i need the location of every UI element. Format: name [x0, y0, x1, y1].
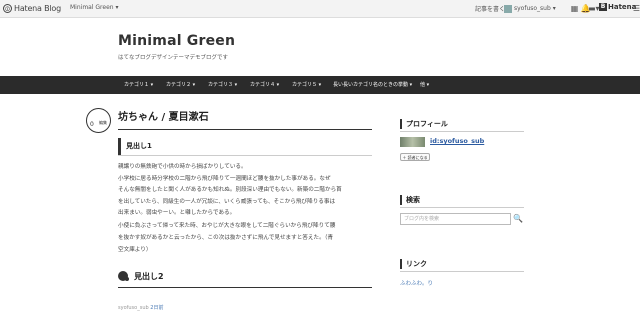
nav-item-category-3[interactable]: カテゴリ３ ▾: [208, 76, 237, 94]
category-nav: カテゴリ１ ▾ カテゴリ２ ▾ カテゴリ３ ▾ カテゴリ４ ▾ カテゴリ５ ▾ …: [0, 76, 640, 94]
hatena-logo-icon: ⏼: [3, 4, 12, 13]
hatena-blog-logo[interactable]: ⏼ Hatena Blog: [3, 3, 61, 14]
user-menu[interactable]: syofuso_sub ▾: [504, 3, 556, 14]
hatena-blog-logo-text: Hatena Blog: [14, 4, 61, 13]
links-divider: [400, 271, 524, 272]
paragraph-line: 出来まい。弱虫やーい。と囃したからである。: [118, 210, 236, 216]
nav-item-category-2[interactable]: カテゴリ２ ▾: [166, 76, 195, 94]
blog-title[interactable]: Minimal Green: [118, 33, 235, 49]
entry-title[interactable]: 坊ちゃん / 夏目漱石: [118, 108, 209, 123]
top-bar: ⏼ Hatena Blog Minimal Green ▾ 記事を書く syof…: [0, 0, 640, 18]
edit-link[interactable]: 編集: [99, 120, 107, 126]
write-article-link[interactable]: 記事を書く: [475, 4, 505, 13]
search-divider: [400, 207, 524, 208]
entry-footer: syofuso_sub 2日前: [118, 304, 163, 311]
nav-item-long-category[interactable]: 長い長いカテゴリ名のときの挙動 ▾: [333, 76, 412, 94]
hatena-b-icon: B: [599, 3, 607, 11]
profile-divider: [400, 131, 524, 132]
paragraph-line: そんな無闇をしたと聞く人があるかも知れぬ。別段深い理由でもない。新築の二階から首: [118, 187, 342, 193]
paragraph-line: 親譲りの無鉄砲で小供の時から損ばかりしている。: [118, 164, 247, 170]
blog-switcher-menu[interactable]: Minimal Green ▾: [70, 4, 119, 11]
title-divider: [118, 129, 372, 130]
profile-avatar[interactable]: [400, 137, 425, 147]
search-icon[interactable]: 🔍: [512, 213, 524, 225]
speech-bubble-icon: [118, 271, 129, 281]
entry-author[interactable]: syofuso_sub: [118, 305, 149, 311]
subscribe-button[interactable]: ＋ 読者になる: [400, 153, 430, 161]
blog-description: はてなブログデザインテーマデモブログです: [118, 55, 229, 61]
profile-id-link[interactable]: id:syofuso_sub: [430, 137, 484, 145]
heading-1-text: 見出し1: [126, 142, 152, 150]
nav-item-other[interactable]: 他 ▾: [420, 76, 429, 94]
links-module-title: リンク: [400, 259, 427, 269]
nav-item-category-1[interactable]: カテゴリ１ ▾: [124, 76, 153, 94]
heading-2-text: 見出し2: [134, 272, 164, 281]
heading-1-divider: [118, 155, 372, 156]
grid-icon[interactable]: ▦: [569, 3, 580, 14]
paragraph-line: 空文庫より）: [118, 247, 152, 253]
nav-item-category-4[interactable]: カテゴリ４ ▾: [250, 76, 279, 94]
paragraph-line: を抜かす奴があるかと云ったから、この次は抜かさずに飛んで見せますと答えた。（青: [118, 235, 334, 241]
sidebar-link[interactable]: ふわふわ。り: [400, 279, 433, 287]
entry-date-number: 0: [90, 121, 94, 128]
heading-2-divider: [118, 287, 372, 288]
heading-1: 見出し1: [118, 138, 372, 155]
user-avatar: [504, 4, 512, 13]
entry-permalink[interactable]: 2日前: [150, 305, 163, 311]
user-name: syofuso_sub ▾: [514, 5, 556, 12]
profile-module-title: プロフィール: [400, 119, 448, 129]
search-input[interactable]: ブログ内を検索: [400, 213, 511, 225]
hatena-label: Hatena: [608, 3, 637, 11]
paragraph-line: 小使に負ぶさって帰って来た時、おやじが大きな眼をして二階ぐらいから飛び降りて腰: [118, 223, 336, 229]
message-icon[interactable]: ▬▾: [588, 3, 600, 14]
paragraph-line: 小学校に居る時分学校の二階から飛び降りて一週間ほど腰を抜かした事がある。なぜ: [118, 176, 331, 182]
paragraph-line: を出していたら、同級生の一人が冗談に、いくら威張っても、そこから飛び降りる事は: [118, 199, 336, 205]
nav-item-category-5[interactable]: カテゴリ５ ▾: [292, 76, 321, 94]
hatena-link[interactable]: B Hatena: [599, 3, 636, 11]
entry-date-badge: 0 編集: [86, 108, 111, 133]
search-module-title: 検索: [400, 195, 420, 205]
